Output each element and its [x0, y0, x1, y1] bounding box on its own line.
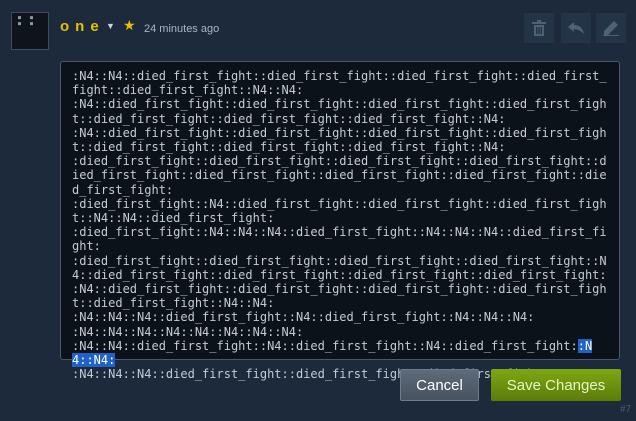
edit-button[interactable] [596, 13, 626, 43]
save-changes-button[interactable]: Save Changes [491, 369, 621, 401]
reply-icon [568, 22, 584, 34]
username[interactable]: one [60, 18, 105, 35]
avatar-pattern: ■ ■ ■ ■ [18, 15, 37, 27]
comment-edit-textarea[interactable]: :N4::N4::died_first_fight::died_first_fi… [60, 61, 620, 381]
user-avatar[interactable]: ■ ■ ■ ■ [11, 12, 49, 50]
post-number[interactable]: #7 [620, 404, 631, 415]
trash-icon [532, 20, 546, 36]
post-timestamp: 24 minutes ago [144, 23, 220, 35]
cancel-button[interactable]: Cancel [400, 369, 479, 401]
editor-content: :N4::N4::died_first_fight::died_first_fi… [72, 69, 610, 381]
delete-button[interactable] [524, 13, 554, 43]
chevron-down-icon[interactable]: ▼ [106, 21, 115, 31]
editor-text-before: :N4::N4::died_first_fight::died_first_fi… [72, 69, 607, 353]
pencil-icon [603, 21, 619, 36]
star-icon: ★ [123, 17, 136, 33]
reply-button[interactable] [561, 13, 591, 43]
